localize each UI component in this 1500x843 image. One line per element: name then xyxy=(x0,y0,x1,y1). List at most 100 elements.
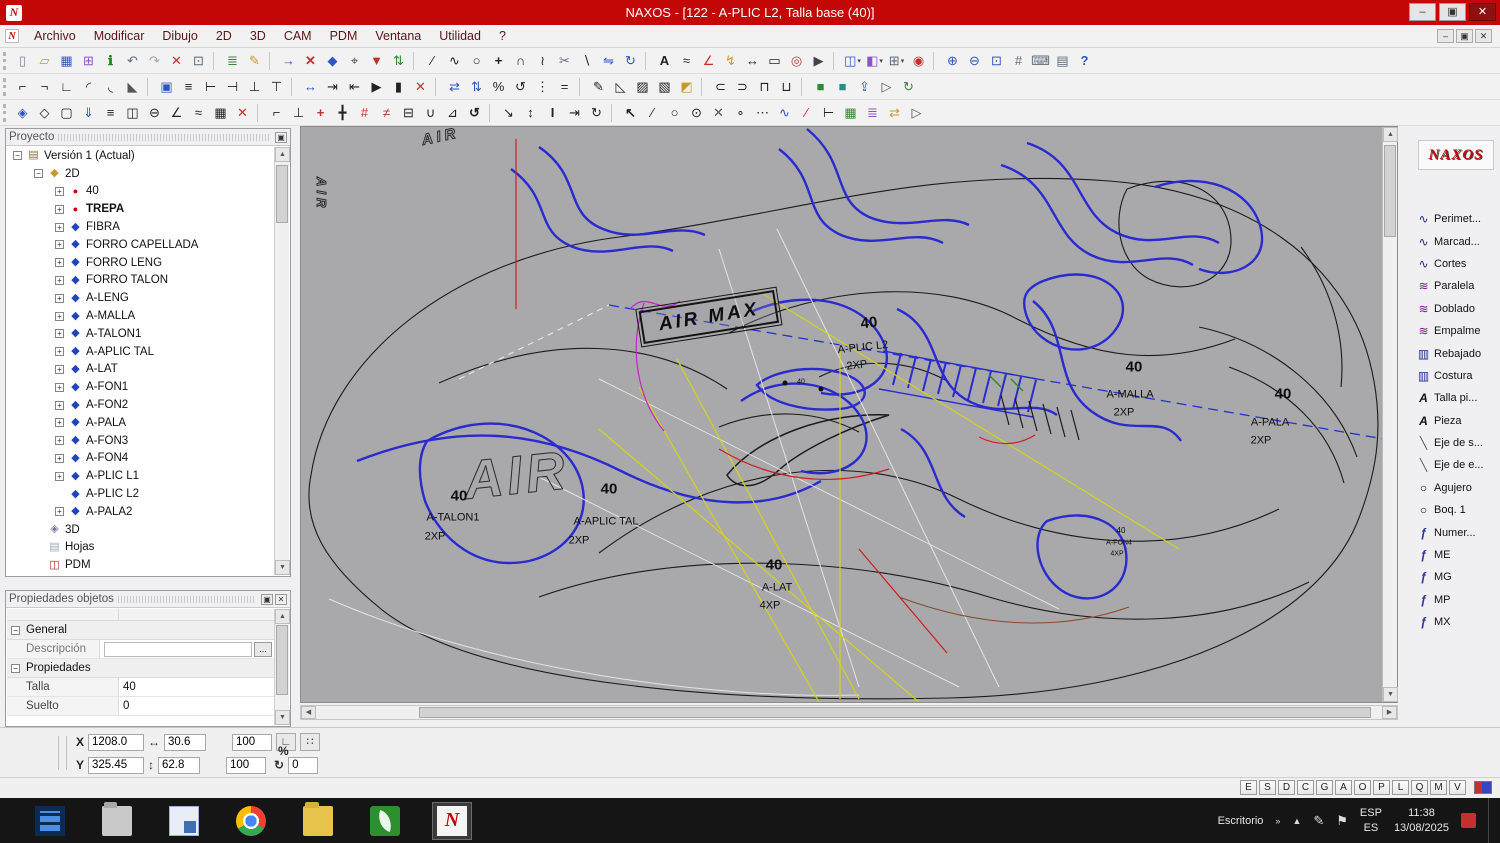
tree-expander[interactable]: + xyxy=(55,204,64,214)
tool-doblado[interactable]: ≋ Doblado xyxy=(1412,298,1500,320)
mdi-minimize-button[interactable]: – xyxy=(1437,29,1454,43)
align-icon[interactable]: = xyxy=(554,76,575,97)
tree-expander[interactable]: + xyxy=(55,507,64,517)
chamfer-icon[interactable]: ◣ xyxy=(122,76,143,97)
knife-icon[interactable]: ∖ xyxy=(576,50,597,71)
show-hidden-icons[interactable]: ▲ xyxy=(1292,816,1301,826)
text-icon[interactable]: A xyxy=(654,50,675,71)
lock-icon[interactable]: ⊓ xyxy=(754,76,775,97)
scroll-up-icon[interactable]: ▲ xyxy=(275,609,290,624)
show-desktop-button[interactable] xyxy=(1488,798,1494,843)
select-pieces-icon[interactable]: ◈ xyxy=(12,102,33,123)
menu-pdm[interactable]: PDM xyxy=(321,29,367,43)
tool-agujero[interactable]: ○ Agujero xyxy=(1412,477,1500,499)
property-value-input[interactable] xyxy=(104,641,252,657)
rotate-icon[interactable]: ↺ xyxy=(510,76,531,97)
tree-expander[interactable]: + xyxy=(55,453,64,463)
tool-mp[interactable]: ƒ MP xyxy=(1412,589,1500,611)
unlock-icon[interactable]: ⊔ xyxy=(776,76,797,97)
tree-item-a-plic-l1[interactable]: + ◆ A-PLIC L1 xyxy=(7,467,273,485)
list-icon[interactable]: ≡ xyxy=(100,102,121,123)
height-ref-icon[interactable]: I xyxy=(542,102,563,123)
tree-expander[interactable]: − xyxy=(13,151,22,161)
save-icon[interactable]: ▦ xyxy=(56,50,77,71)
scissors-icon[interactable]: ✂ xyxy=(554,50,575,71)
canvas-horizontal-scrollbar[interactable]: ◀ ▶ xyxy=(300,705,1398,720)
property-value[interactable]: 40 xyxy=(123,681,136,693)
tree-item-a-malla[interactable]: + ◆ A-MALLA xyxy=(7,307,273,325)
load-icon[interactable]: ⇓ xyxy=(78,102,99,123)
tool-pieza[interactable]: A Pieza xyxy=(1412,410,1500,432)
midpoint-icon[interactable]: ⊙ xyxy=(686,102,707,123)
green-grid-icon[interactable]: ▦ xyxy=(840,102,861,123)
project-sizes-icon[interactable]: ⊞ xyxy=(78,50,99,71)
rotate-piece-icon[interactable]: ↻ xyxy=(620,50,641,71)
language-indicator[interactable]: ESP ES xyxy=(1360,806,1382,836)
cross-icon[interactable]: + xyxy=(310,102,331,123)
spline-icon[interactable]: ≀ xyxy=(532,50,553,71)
document-icon[interactable]: N xyxy=(5,29,19,43)
level-icon[interactable]: ⊢ xyxy=(818,102,839,123)
tree-item-a-lat[interactable]: + ◆ A-LAT xyxy=(7,361,273,379)
play-icon[interactable]: ▶ xyxy=(366,76,387,97)
layer-view-icon[interactable]: ◧ ▾ xyxy=(864,50,885,71)
mode-button-p[interactable]: P xyxy=(1373,780,1390,795)
print-icon[interactable]: ▤ xyxy=(1052,50,1073,71)
export-icon[interactable]: ⇪ xyxy=(854,76,875,97)
scroll-thumb[interactable] xyxy=(276,165,288,223)
line-icon[interactable]: ∕ xyxy=(422,50,443,71)
tree-item-a-fon3[interactable]: + ◆ A-FON3 xyxy=(7,432,273,450)
tool-paralela[interactable]: ≋ Paralela xyxy=(1412,275,1500,297)
corner-tool-icon[interactable]: ⌐ xyxy=(266,102,287,123)
tree-expander[interactable]: + xyxy=(55,240,64,250)
tree-expander[interactable]: + xyxy=(55,311,64,321)
tool-costura[interactable]: ▥ Costura xyxy=(1412,365,1500,387)
tool-numer[interactable]: ƒ Numer... xyxy=(1412,521,1500,543)
menu-cam[interactable]: CAM xyxy=(275,29,321,43)
mode-button-o[interactable]: O xyxy=(1354,780,1371,795)
filter-icon[interactable]: ▼ xyxy=(366,50,387,71)
group-icon[interactable]: ⊂ xyxy=(710,76,731,97)
redo-icon[interactable]: ↷ xyxy=(144,50,165,71)
close-red-icon[interactable]: ✕ xyxy=(232,102,253,123)
eraser-icon[interactable]: ◺ xyxy=(610,76,631,97)
tool-eje-de-s[interactable]: ╲ Eje de s... xyxy=(1412,432,1500,454)
tree-item-forro-capellada[interactable]: + ◆ FORRO CAPELLADA xyxy=(7,236,273,254)
tool-empalme[interactable]: ≋ Empalme xyxy=(1412,320,1500,342)
group-collapse-icon[interactable]: − xyxy=(11,625,20,635)
move-point-icon[interactable]: ╋ xyxy=(332,102,353,123)
columns-icon[interactable]: ◫ xyxy=(122,102,143,123)
mode-button-d[interactable]: D xyxy=(1278,780,1295,795)
select-all-icon[interactable]: ◇ xyxy=(34,102,55,123)
tree-expander[interactable]: + xyxy=(55,186,64,196)
stop-icon[interactable]: ▮ xyxy=(388,76,409,97)
properties-panel-close-icon[interactable]: ✕ xyxy=(275,593,287,605)
dots-icon[interactable]: ⋯ xyxy=(752,102,773,123)
measure-icon[interactable]: ↔ xyxy=(742,50,763,71)
extend-icon[interactable]: ⊢ xyxy=(200,76,221,97)
angle-tool-icon[interactable]: ∠ xyxy=(166,102,187,123)
rectangle-icon[interactable]: ▭ xyxy=(764,50,785,71)
project-panel-title-bar[interactable]: Proyecto ▣ xyxy=(6,129,290,146)
mode-button-g[interactable]: G xyxy=(1316,780,1333,795)
wave-tool-icon[interactable]: ≈ xyxy=(188,102,209,123)
delete-icon[interactable]: ✕ xyxy=(166,50,187,71)
tree-expander[interactable]: + xyxy=(55,436,64,446)
flag-tray-icon[interactable]: ⚑ xyxy=(1336,813,1348,829)
snap-point-icon[interactable]: ∘ xyxy=(730,102,751,123)
restore-button[interactable]: ▣ xyxy=(1439,3,1466,21)
corner-sw-icon[interactable]: ∟ xyxy=(56,76,77,97)
undo-icon[interactable]: ↶ xyxy=(122,50,143,71)
array-icon[interactable]: ⋮ xyxy=(532,76,553,97)
undo-transform-icon[interactable]: ↺ xyxy=(464,102,485,123)
new-document-icon[interactable]: ▯ xyxy=(12,50,33,71)
tree-expander[interactable]: + xyxy=(55,275,64,285)
box-select-icon[interactable]: ▢ xyxy=(56,102,77,123)
green-square-icon[interactable]: ■ xyxy=(810,76,831,97)
compress-icon[interactable]: ⇥ xyxy=(564,102,585,123)
grid-snap-button[interactable]: ∷ xyxy=(300,733,320,751)
tree-item-a-aplic-tal[interactable]: + ◆ A-APLIC TAL xyxy=(7,343,273,361)
arc-icon[interactable]: ∩ xyxy=(510,50,531,71)
title-bar[interactable]: N NAXOS - [122 - A-PLIC L2, Talla base (… xyxy=(0,0,1500,25)
taskbar-calculator-button[interactable] xyxy=(30,802,70,840)
